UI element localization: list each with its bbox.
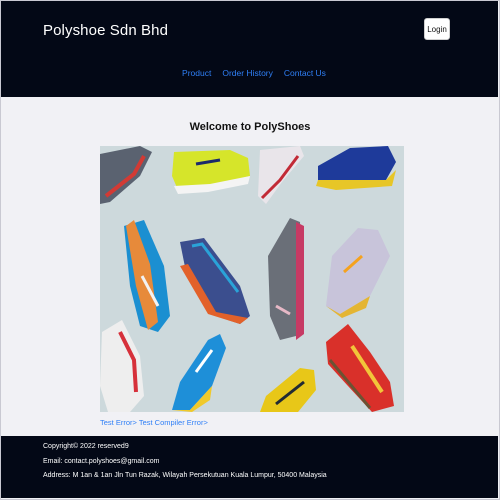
login-button[interactable]: Login: [424, 18, 450, 40]
test-error-link[interactable]: Test Error>: [100, 418, 137, 427]
page-title: Welcome to PolyShoes: [189, 121, 311, 133]
shoes-photo: [100, 146, 404, 412]
hero-image: [100, 146, 404, 412]
nav-product[interactable]: Product: [182, 68, 211, 78]
footer-address: Address: M 1an & 1an Jln Tun Razak, Wila…: [43, 472, 327, 479]
main-nav: Product Order History Contact Us: [1, 68, 500, 78]
footer-email: Email: contact.polyshoes@gmail.com: [43, 458, 160, 465]
footer-copyright: Copyright© 2022 reserved9: [43, 443, 129, 450]
nav-order-history[interactable]: Order History: [222, 68, 273, 78]
test-compiler-error-link[interactable]: Test Compiler Error>: [139, 418, 208, 427]
site-header: Polyshoe Sdn Bhd Login Product Order His…: [1, 1, 498, 97]
nav-contact-us[interactable]: Contact Us: [284, 68, 326, 78]
brand-name[interactable]: Polyshoe Sdn Bhd: [43, 22, 168, 39]
site-footer: Copyright© 2022 reserved9 Email: contact…: [1, 436, 498, 498]
test-links: Test Error> Test Compiler Error>: [100, 418, 208, 427]
